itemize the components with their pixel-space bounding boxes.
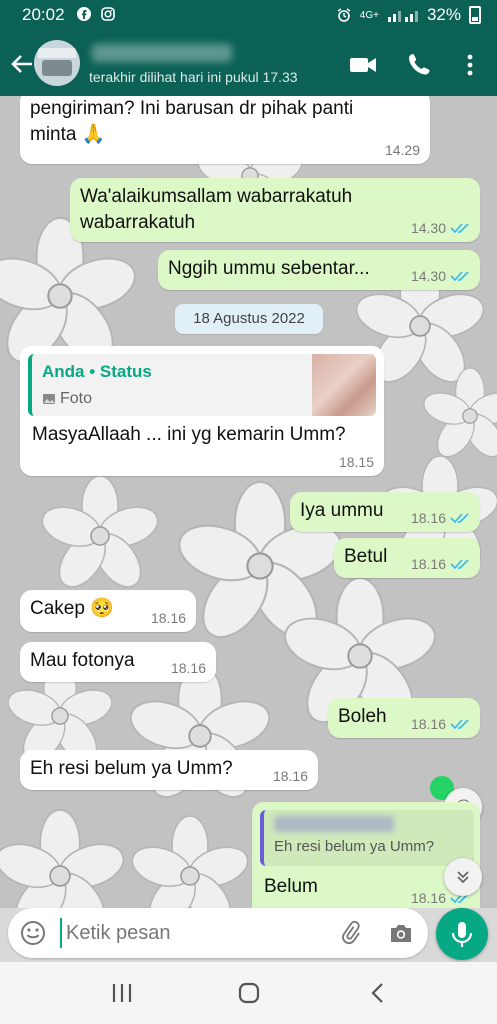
message-outgoing[interactable]: Wa'alaikumsallam wabarrakatuh wabarrakat… <box>70 178 480 242</box>
message-time: 14.30 <box>410 268 446 284</box>
battery-icon <box>469 6 481 24</box>
facebook-icon <box>77 7 91 21</box>
phone-call-icon[interactable] <box>405 50 435 80</box>
message-time: 18.16 <box>150 610 186 626</box>
message-incoming[interactable]: Eh resi belum ya Umm? 18.16 <box>20 750 318 790</box>
video-call-icon[interactable] <box>348 50 378 80</box>
microphone-icon <box>451 922 473 947</box>
read-tick-icon <box>450 719 469 730</box>
photo-icon <box>43 394 55 404</box>
message-time: 14.29 <box>384 142 420 158</box>
quoted-status[interactable]: Anda • Status Foto <box>28 354 376 416</box>
double-chevron-down-icon <box>457 871 469 884</box>
message-composer <box>0 908 497 962</box>
network-type: 4G+ <box>359 9 379 21</box>
chat-area[interactable]: pengiriman? Ini barusan dr pihak panti m… <box>0 96 497 908</box>
quoted-sender-redacted <box>274 816 394 832</box>
last-seen: terakhir dilihat hari ini pukul 17.33 <box>89 69 298 85</box>
message-time: 18.16 <box>272 768 308 784</box>
message-incoming-reply[interactable]: Anda • Status Foto MasyaAllaah ... ini y… <box>20 346 384 476</box>
scroll-to-bottom-button[interactable] <box>444 858 482 896</box>
read-tick-icon <box>450 223 469 234</box>
chat-header: terakhir dilihat hari ini pukul 17.33 <box>0 32 497 96</box>
system-nav-bar <box>0 962 497 1024</box>
status-thumbnail <box>312 354 376 416</box>
message-incoming[interactable]: Cakep 🥺 18.16 <box>20 590 196 632</box>
quote-author: Anda • Status <box>42 362 152 381</box>
message-time: 18.16 <box>410 510 446 526</box>
read-tick-icon <box>450 513 469 524</box>
attachment-icon[interactable] <box>338 920 364 946</box>
message-time: 14.30 <box>410 220 446 236</box>
message-input-container[interactable] <box>8 908 428 958</box>
message-time: 18.16 <box>410 716 446 732</box>
voice-message-button[interactable] <box>436 908 488 960</box>
signal-icon <box>387 11 418 22</box>
message-input[interactable] <box>60 918 320 948</box>
status-bar: 20:02 4G+ 32% <box>0 0 497 32</box>
emoji-icon[interactable] <box>20 920 46 946</box>
alarm-icon <box>337 8 351 22</box>
message-outgoing-reply[interactable]: Eh resi belum ya Umm? Belum 18.16 <box>252 802 480 908</box>
message-outgoing[interactable]: Nggih ummu sebentar... 14.30 <box>158 250 480 290</box>
message-outgoing[interactable]: Iya ummu 18.16 <box>290 492 480 532</box>
home-icon[interactable] <box>235 980 263 1006</box>
message-outgoing[interactable]: Betul 18.16 <box>334 538 480 578</box>
recent-apps-icon[interactable] <box>108 980 136 1006</box>
message-time: 18.16 <box>410 890 446 906</box>
read-tick-icon <box>450 559 469 570</box>
message-outgoing[interactable]: Boleh 18.16 <box>328 698 480 738</box>
status-time: 20:02 <box>22 5 65 24</box>
quoted-message[interactable]: Eh resi belum ya Umm? <box>260 810 474 866</box>
message-time: 18.15 <box>338 454 374 470</box>
message-time: 18.16 <box>410 556 446 572</box>
message-incoming[interactable]: Mau fotonya 18.16 <box>20 642 216 682</box>
camera-icon[interactable] <box>388 921 414 945</box>
read-tick-icon <box>450 271 469 282</box>
message-time: 18.16 <box>170 660 206 676</box>
date-separator: 18 Agustus 2022 <box>175 304 323 334</box>
quote-type: Foto <box>60 390 93 407</box>
back-nav-icon[interactable] <box>364 980 392 1006</box>
message-incoming[interactable]: pengiriman? Ini barusan dr pihak panti m… <box>20 96 430 164</box>
contact-name-redacted[interactable] <box>92 44 232 62</box>
back-arrow-icon[interactable] <box>8 48 36 80</box>
battery-percent: 32% <box>426 5 461 24</box>
instagram-icon <box>101 7 115 21</box>
avatar[interactable] <box>34 40 80 86</box>
more-options-icon[interactable] <box>455 50 485 80</box>
